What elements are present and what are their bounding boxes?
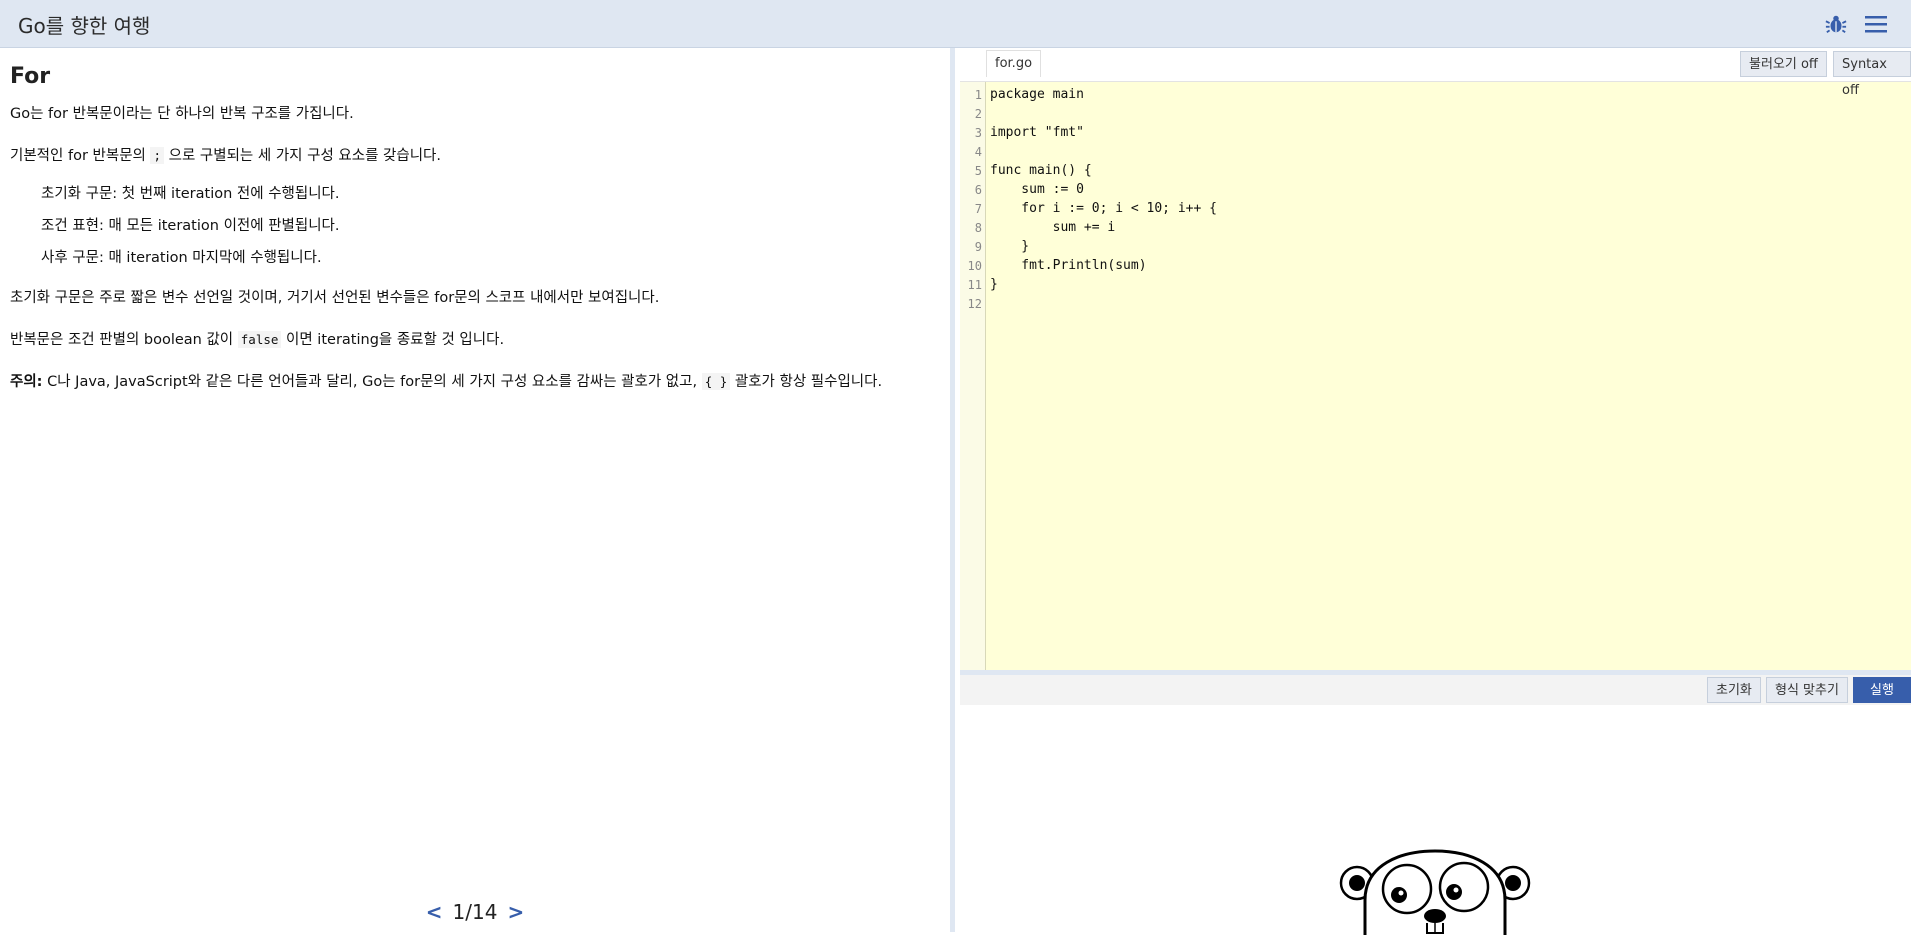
list-item: 조건 표현: 매 모든 iteration 이전에 판별됩니다. — [41, 218, 340, 234]
lesson-paragraph-1: Go는 for 반복문이라는 단 하나의 반복 구조를 가집니다. — [10, 106, 354, 122]
pager: <1/14 > — [0, 900, 950, 924]
format-button[interactable]: 형식 맞추기 — [1766, 677, 1848, 703]
editor-tab-bar: for.go 불러오기 off Syntax off — [960, 48, 1911, 98]
p2-code: ; — [150, 147, 165, 164]
code-line[interactable]: fmt.Println(sum) — [990, 258, 1146, 273]
hamburger-menu-icon[interactable] — [1864, 13, 1888, 35]
note-text-after: 괄호가 항상 필수입니다. — [730, 374, 883, 390]
gopher-mascot — [1339, 849, 1531, 935]
p4-code: false — [237, 331, 282, 348]
site-title[interactable]: Go를 향한 여행 — [18, 10, 150, 39]
lesson-paragraph-2: 기본적인 for 반복문의 ; 으로 구별되는 세 가지 구성 요소를 갖습니다… — [10, 145, 940, 167]
code-line[interactable]: for i := 0; i < 10; i++ { — [990, 201, 1217, 216]
imports-toggle-button[interactable]: 불러오기 off — [1740, 51, 1827, 77]
code-line[interactable]: package main — [990, 87, 1084, 102]
file-tab[interactable]: for.go — [986, 50, 1042, 77]
lesson-content: For Go는 for 반복문이라는 단 하나의 반복 구조를 가집니다. 기본… — [10, 48, 940, 413]
p2-text-after: 으로 구별되는 세 가지 구성 요소를 갖습니다. — [164, 148, 442, 164]
p4-text-after: 이면 iterating을 종료할 것 입니다. — [281, 332, 505, 348]
code-line[interactable]: } — [990, 277, 998, 292]
code-line[interactable]: sum += i — [990, 220, 1116, 235]
p2-text-before: 기본적인 for 반복문의 — [10, 148, 151, 164]
note-code: { } — [701, 373, 731, 390]
lesson-paragraph-3: 초기화 구문은 주로 짧은 변수 선언일 것이며, 거기서 선언된 변수들은 f… — [10, 290, 660, 306]
run-button[interactable]: 실행 — [1853, 677, 1911, 703]
code-editor[interactable]: for.go 불러오기 off Syntax off 1 2 3 4 5 6 7… — [960, 48, 1911, 670]
reset-button[interactable]: 초기화 — [1707, 677, 1761, 703]
list-item: 사후 구문: 매 iteration 마지막에 수행됩니다. — [41, 250, 322, 266]
output-panel — [960, 705, 1911, 935]
list-item: 초기화 구문: 첫 번째 iteration 전에 수행됩니다. — [41, 186, 340, 202]
note-text-before: C나 Java, JavaScript와 같은 다른 언어들과 달리, Go는 … — [42, 374, 702, 390]
p4-text-before: 반복문은 조건 판별의 boolean 값이 — [10, 332, 238, 348]
lesson-note: 주의: C나 Java, JavaScript와 같은 다른 언어들과 달리, … — [10, 371, 940, 393]
lesson-paragraph-4: 반복문은 조건 판별의 boolean 값이 false 이면 iteratin… — [10, 329, 940, 351]
code-line[interactable]: func main() { — [990, 163, 1092, 178]
code-line[interactable]: sum := 0 — [990, 182, 1084, 197]
component-list: 초기화 구문: 첫 번째 iteration 전에 수행됩니다. 조건 표현: … — [10, 183, 940, 269]
note-label: 주의: — [10, 374, 43, 390]
lesson-heading: For — [10, 64, 51, 89]
lesson-panel: For Go는 for 반복문이라는 단 하나의 반복 구조를 가집니다. 기본… — [0, 48, 955, 932]
code-line[interactable]: import "fmt" — [990, 125, 1084, 140]
syntax-toggle-button[interactable]: Syntax off — [1833, 51, 1911, 98]
bug-icon[interactable] — [1825, 13, 1847, 35]
next-page-button[interactable]: > — [497, 900, 534, 924]
page-count: 1/14 — [452, 900, 498, 924]
code-line[interactable]: } — [990, 239, 1029, 254]
prev-page-button[interactable]: < — [416, 900, 453, 924]
code-area[interactable]: package main import "fmt" func main() { … — [960, 82, 1911, 670]
top-header: Go를 향한 여행 — [0, 0, 1911, 48]
run-toolbar: 초기화 형식 맞추기 실행 — [960, 675, 1911, 705]
